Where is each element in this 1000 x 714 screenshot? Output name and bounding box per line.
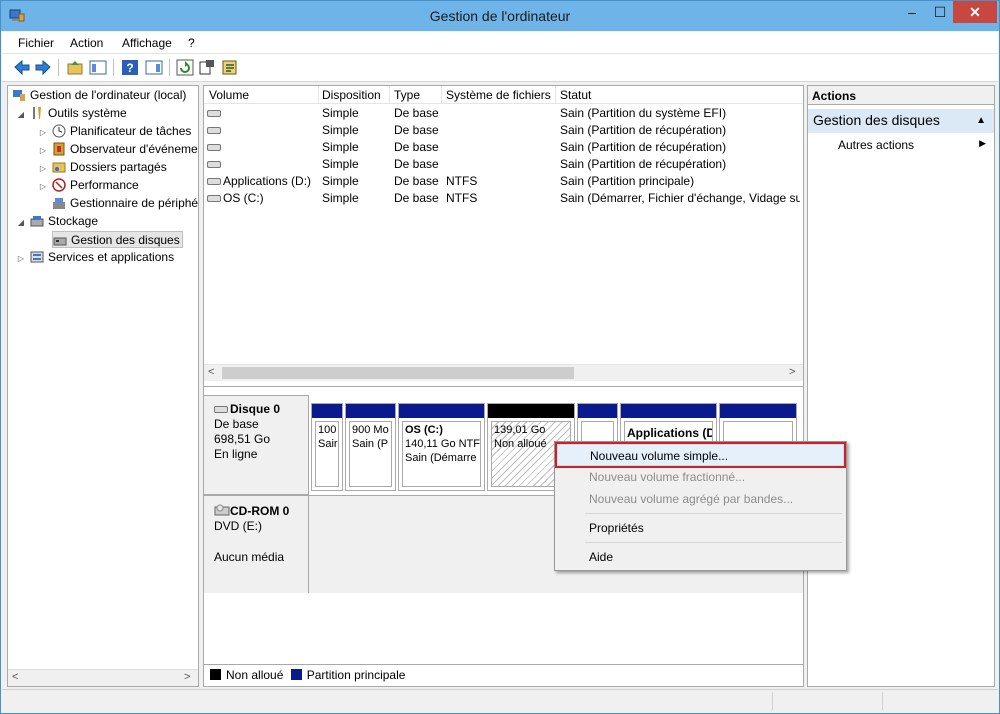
menu-affichage[interactable]: Affichage [122,36,172,50]
collapse-icon[interactable]: ▲ [976,115,986,126]
performance-icon [52,178,66,192]
console-tree: Gestion de l'ordinateur (local) ◢ Outils … [7,85,199,687]
volume-row[interactable]: Simple De base Sain (Partition de récupé… [204,139,803,156]
actions-more-actions[interactable]: Autres actions [838,138,914,152]
toolbar: ? [2,54,998,82]
tree-horizontal-scrollbar[interactable]: < > [8,669,198,686]
ctx-new-simple-volume[interactable]: Nouveau volume simple... [555,442,846,468]
volume-icon [207,127,221,134]
volume-row[interactable]: Simple De base Sain (Partition du systèm… [204,105,803,122]
disk-management-icon [53,237,67,246]
ctx-new-striped-volume[interactable]: Nouveau volume agrégé par bandes... [557,488,844,510]
close-button[interactable]: ✕ [953,1,997,23]
forward-arrow-icon[interactable] [34,59,52,76]
submenu-arrow-icon: ▶ [979,138,986,148]
cdrom0-label[interactable]: CD-ROM 0 DVD (E:) Aucun média [204,496,309,593]
up-folder-icon[interactable] [66,59,84,76]
tree-item-performance[interactable]: ▷ Performance [38,177,139,194]
column-header-volume[interactable]: Volume [209,88,249,102]
legend-unallocated-swatch [210,669,221,680]
show-tree-icon[interactable] [89,59,107,76]
computer-management-icon [13,90,25,101]
services-icon [30,251,44,263]
tree-item-shared-folders[interactable]: ▷ Dossiers partagés [38,159,167,176]
volume-icon [207,144,221,151]
settings-icon[interactable] [221,59,239,76]
svg-text:?: ? [126,61,133,75]
tools-icon [33,107,41,119]
window-title: Gestion de l'ordinateur [429,8,571,24]
partition-os-c[interactable]: OS (C:) 140,11 Go NTF Sain (Démarre [398,403,485,491]
menu-action[interactable]: Action [70,36,103,50]
help-icon[interactable]: ? [121,59,139,76]
scrollbar-thumb[interactable] [222,367,574,379]
show-action-pane-icon[interactable] [145,59,163,76]
tree-item-task-scheduler[interactable]: ▷ Planificateur de tâches [38,123,191,140]
disk0-label[interactable]: Disque 0 De base 698,51 Go En ligne [204,395,309,495]
scroll-left-icon[interactable]: < [12,671,18,683]
volume-icon [207,161,221,168]
center-pane: Volume Disposition Type Système de fichi… [203,85,804,687]
volume-icon [207,178,221,185]
legend-primary-swatch [290,669,302,680]
main-window: Gestion de l'ordinateur – ☐ ✕ Fichier Ac… [0,0,1000,714]
partition-efi[interactable]: 100 Sair [311,403,343,491]
back-arrow-icon[interactable] [13,59,31,76]
clock-icon [52,124,66,138]
actions-title: Actions [808,86,994,105]
legend: Non alloué Partition principale [204,664,803,686]
scroll-left-icon[interactable]: < [208,366,214,378]
ctx-properties[interactable]: Propriétés [557,517,844,539]
tree-item-device-manager[interactable]: Gestionnaire de périphé [52,195,198,212]
scroll-right-icon[interactable]: > [184,671,190,683]
tree-item-event-viewer[interactable]: ▷ Observateur d'événeme [38,141,198,158]
context-menu: Nouveau volume simple... Nouveau volume … [554,441,847,571]
device-manager-icon [53,198,65,209]
tree-item-storage[interactable]: ◢ Stockage [16,213,98,230]
menu-fichier[interactable]: Fichier [18,36,54,50]
storage-icon [30,216,44,227]
actions-group-disk-management[interactable]: Gestion des disques ▲ [808,109,994,133]
partition-recovery[interactable]: 900 Mo Sain (P [345,403,396,491]
volume-row[interactable]: Simple De base Sain (Partition de récupé… [204,156,803,173]
refresh-icon[interactable] [176,59,194,76]
ctx-new-spanned-volume[interactable]: Nouveau volume fractionné... [557,466,844,488]
shared-folder-icon [52,162,66,173]
volume-icon [207,195,221,202]
properties-icon[interactable] [198,59,216,76]
disk-icon [214,406,228,413]
scroll-right-icon[interactable]: > [789,366,795,378]
ctx-help[interactable]: Aide [557,546,844,568]
tree-item-services-apps[interactable]: ▷ Services et applications [16,249,174,266]
tree-item-system-tools[interactable]: ◢ Outils système [16,105,127,122]
title-bar: Gestion de l'ordinateur – ☐ ✕ [1,1,999,31]
tree-item-disk-management[interactable]: Gestion des disques [52,231,183,248]
status-bar [2,689,998,713]
tree-item-root[interactable]: Gestion de l'ordinateur (local) [12,87,186,104]
volume-row[interactable]: Simple De base Sain (Partition de récupé… [204,122,803,139]
volume-list-header: Volume Disposition Type Système de fichi… [204,86,803,104]
volume-icon [207,110,221,117]
volume-list-horizontal-scrollbar[interactable]: < > [204,364,803,381]
cd-drive-icon [214,504,230,516]
column-header-filesystem[interactable]: Système de fichiers [446,88,551,102]
actions-pane: Actions Gestion des disques ▲ Autres act… [807,85,995,687]
event-viewer-icon [53,142,65,156]
menu-help[interactable]: ? [188,36,195,50]
column-header-type[interactable]: Type [394,88,420,102]
column-header-layout[interactable]: Disposition [322,88,381,102]
maximize-button[interactable]: ☐ [926,1,954,23]
volume-row[interactable]: Applications (D:) Simple De base NTFS Sa… [204,173,803,190]
menu-bar: Fichier Action Affichage ? [2,32,998,54]
minimize-button[interactable]: – [898,1,926,23]
volume-row[interactable]: OS (C:) Simple De base NTFS Sain (Démarr… [204,190,803,207]
column-header-status[interactable]: Statut [560,88,591,102]
